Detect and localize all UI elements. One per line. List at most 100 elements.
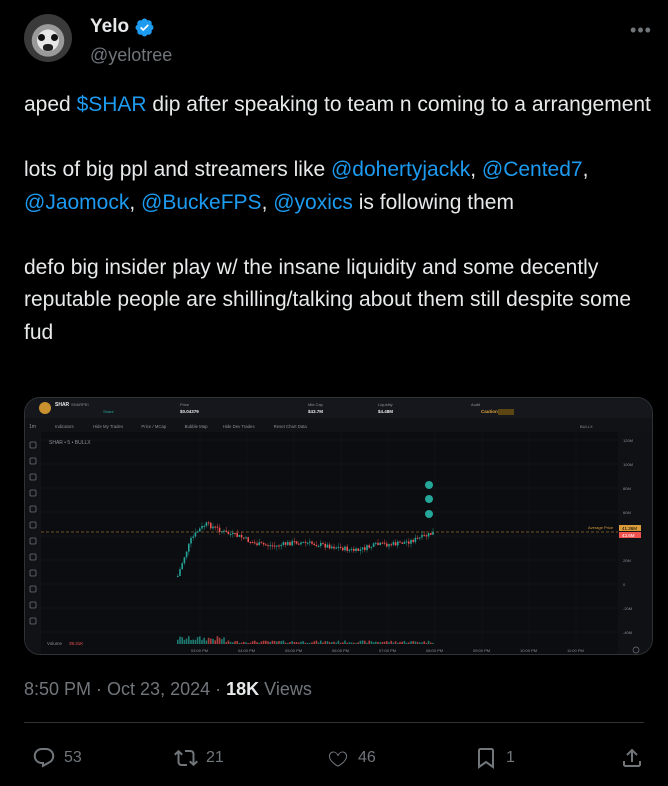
candle (320, 542, 322, 546)
token-symbol: SHAR (55, 402, 70, 408)
candle (405, 541, 408, 543)
candle (322, 542, 324, 544)
candle (276, 545, 278, 547)
volume-bar (331, 642, 333, 644)
volume-bar (412, 641, 414, 644)
avg-price-value: 41.36M (622, 526, 637, 531)
volume-bar (401, 641, 403, 644)
volume-bar (388, 642, 390, 644)
mention-link[interactable]: @yoxics (273, 191, 353, 214)
time-axis-tick: 08:00 PM (426, 648, 443, 653)
tweet-time[interactable]: 8:50 PM (24, 679, 91, 699)
avatar-eye (51, 34, 58, 41)
price-axis-tick: 100M (623, 462, 633, 467)
bookmark-button[interactable]: 1 (474, 740, 515, 776)
candle (357, 548, 359, 551)
interval-label: 1m (29, 424, 36, 430)
candle (256, 543, 258, 546)
volume-bar (247, 642, 249, 644)
volume-bar (324, 641, 326, 644)
candle (350, 548, 353, 550)
cashtag-link[interactable]: $SHAR (77, 93, 147, 116)
candle (243, 537, 245, 539)
volume-bar (245, 642, 247, 644)
candle (346, 546, 348, 551)
candle (401, 542, 403, 544)
candle (177, 575, 179, 577)
volume-bar (432, 642, 434, 644)
avatar[interactable] (24, 14, 72, 62)
stat-value: $43.7M (308, 409, 323, 414)
price-axis-tick: -40M (623, 630, 632, 635)
meta-separator: · (91, 679, 108, 699)
repost-count: 21 (206, 749, 224, 766)
series-label: SHAR • 5 • BULLX (49, 440, 91, 446)
candle (183, 557, 186, 564)
volume-bar (287, 642, 289, 644)
candle (282, 542, 285, 545)
volume-bar (302, 641, 304, 644)
mention-link[interactable]: @dohertyjackk (331, 158, 470, 181)
volume-bar (207, 637, 210, 644)
candle (238, 534, 241, 537)
candle (414, 537, 417, 543)
author-name-row[interactable]: Yelo (90, 16, 155, 38)
volume-bar (251, 641, 254, 644)
like-button[interactable]: 46 (326, 740, 376, 776)
volume-bar (232, 642, 234, 644)
candle (427, 533, 430, 537)
author-name[interactable]: Yelo (90, 16, 129, 38)
candle (342, 547, 344, 551)
reply-button[interactable]: 53 (32, 740, 82, 776)
candle (359, 549, 362, 551)
candle (205, 522, 208, 526)
volume-bar (291, 641, 293, 644)
volume-bar (377, 642, 379, 644)
volume-bar (355, 642, 357, 644)
repost-button[interactable]: 21 (174, 740, 224, 776)
tweet-text: aped $SHAR dip after speaking to team n … (24, 89, 654, 382)
volume-bar (295, 641, 298, 644)
tweet-date[interactable]: Oct 23, 2024 (107, 679, 210, 699)
time-axis-tick: 11:00 PM (567, 648, 584, 653)
mention-link[interactable]: @BuckeFPS (141, 191, 262, 214)
candle (218, 527, 221, 533)
candle (355, 548, 357, 552)
volume-bar (289, 642, 291, 644)
candle (298, 543, 300, 545)
candle (315, 545, 318, 547)
mention-link[interactable]: @Jaomock (24, 191, 129, 214)
volume-bar (267, 641, 269, 644)
divider (24, 722, 644, 723)
volume-bar (348, 642, 351, 644)
media-chart-screenshot[interactable]: SHAR SHARPEI Share Price $0.04379 Mkt Cap $… (24, 397, 653, 655)
candle (188, 543, 190, 552)
volume-bar (322, 642, 324, 644)
volume-bar (254, 640, 256, 644)
volume-bar (188, 636, 190, 644)
mention-link[interactable]: @Cented7 (482, 158, 583, 181)
text-run: , (261, 190, 274, 214)
author-handle[interactable]: @yelotree (90, 45, 172, 66)
volume-bar (364, 640, 366, 644)
volume-bar (394, 641, 397, 644)
more-options-icon[interactable]: ••• (628, 20, 654, 41)
candle (331, 546, 333, 549)
volume-bar (293, 642, 296, 644)
candle (192, 536, 194, 538)
volume-bar (337, 640, 340, 644)
repost-icon (174, 749, 198, 767)
stat-label: Price (180, 402, 190, 407)
toolbar-item: Price / MCap (141, 424, 166, 429)
heart-icon (328, 751, 348, 767)
candle (260, 542, 263, 544)
volume-bar (218, 637, 221, 644)
candle (258, 542, 260, 546)
tweet-paragraph-2: lots of big ppl and streamers like @dohe… (24, 154, 654, 219)
volume-bar (405, 642, 408, 644)
volume-bar (357, 642, 359, 644)
toolbar-item: Hide My Trades (93, 424, 123, 429)
volume-bar (311, 642, 313, 644)
candle (269, 545, 271, 547)
share-button[interactable] (620, 740, 644, 776)
